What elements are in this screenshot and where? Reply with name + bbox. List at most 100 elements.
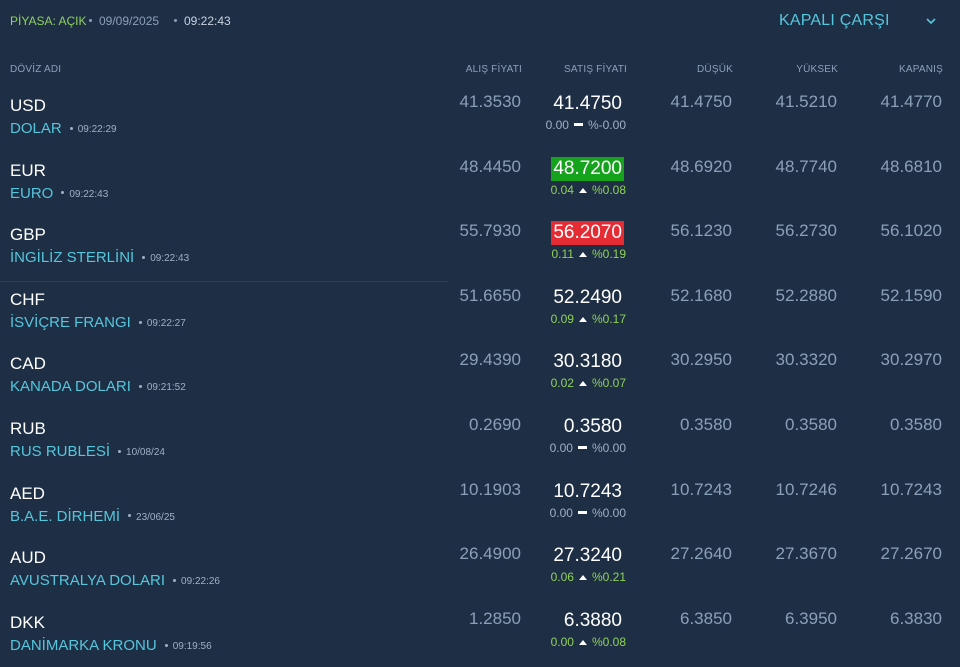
update-time-text: 09:22:27 (146, 317, 186, 329)
currency-name-link[interactable]: EURO 09:22:43 (10, 185, 108, 202)
market-date: 09/09/2025 (89, 14, 159, 28)
currency-code: AUD (10, 548, 46, 568)
update-time: 09:22:27 (138, 317, 186, 329)
currency-row-rub[interactable]: RUB RUS RUBLESİ 10/08/24 0.2690 0.3580 0.00 %0… (0, 411, 960, 476)
buy-price: 48.4450 (459, 156, 521, 176)
currency-row-gbp[interactable]: GBP İNGİLİZ STERLİNİ 09:22:43 55.7930 56.207… (0, 217, 960, 282)
sell-price: 41.4750 (553, 93, 622, 114)
separator-dot (61, 191, 65, 195)
caret-up-icon (578, 252, 587, 258)
currency-name: EURO (10, 184, 54, 202)
currency-name-link[interactable]: B.A.E. DİRHEMİ 23/06/25 (10, 508, 175, 525)
buy-price: 1.2850 (469, 608, 521, 628)
currency-name: İSVİÇRE FRANGI (10, 313, 131, 331)
currency-name-link[interactable]: RUS RUBLESİ 10/08/24 (10, 443, 165, 460)
update-time: 10/08/24 (118, 447, 165, 458)
currency-row-eur[interactable]: EUR EURO 09:22:43 48.4450 48.7200 0.04 %0.08 48… (0, 153, 960, 218)
currency-row-aud[interactable]: AUD AVUSTRALYA DOLARI 09:22:26 26.4900 27.32… (0, 540, 960, 605)
change-percent: %0.17 (591, 311, 626, 326)
currency-name-link[interactable]: İNGİLİZ STERLİNİ 09:22:43 (10, 249, 189, 266)
update-time-text: 09:22:43 (150, 253, 190, 265)
table-header: DÖVİZ ADI ALIŞ FİYATI SATIŞ FİYATI DÜŞÜK… (0, 62, 960, 78)
buy-price: 29.4390 (459, 350, 521, 370)
sell-price: 6.3880 (563, 609, 622, 631)
currency-name: İNGİLİZ STERLİNİ (10, 249, 135, 267)
sell-price: 48.7200 (551, 156, 624, 181)
update-time-text: 10/08/24 (126, 447, 165, 458)
top-bar: PİYASA: AÇIK 09/09/2025 09:22:43 KAPALI … (0, 0, 960, 44)
change-value: 0.00 (550, 634, 574, 649)
market-status: PİYASA: AÇIK (10, 14, 87, 28)
flat-dash-icon (573, 123, 583, 126)
close-price: 0.3580 (890, 415, 942, 434)
low-price: 0.3580 (680, 415, 732, 434)
separator-dot (138, 385, 142, 389)
column-header-low[interactable]: DÜŞÜK (697, 64, 733, 75)
change-percent: %0.07 (591, 376, 626, 391)
market-time: 09:22:43 (174, 14, 231, 28)
currency-row-dkk[interactable]: DKK DANİMARKA KRONU 09:19:56 1.2850 6.3880 0.… (0, 605, 960, 667)
buy-price: 10.1903 (459, 479, 521, 499)
currency-row-cad[interactable]: CAD KANADA DOLARI 09:21:52 29.4390 30.3180 0.… (0, 346, 960, 411)
currency-name-link[interactable]: İSVİÇRE FRANGI 09:22:27 (10, 314, 186, 331)
currency-name-link[interactable]: KANADA DOLARI 09:21:52 (10, 378, 186, 395)
column-header-sell[interactable]: SATIŞ FİYATI (564, 64, 627, 75)
update-time-text: 09:19:56 (172, 640, 212, 652)
currency-name-link[interactable]: DOLAR 09:22:29 (10, 120, 117, 137)
column-header-close[interactable]: KAPANIŞ (899, 64, 943, 75)
change-value: 0.00 (549, 505, 573, 520)
market-select-dropdown[interactable]: KAPALI ÇARŞI (779, 12, 944, 34)
update-time: 09:22:29 (69, 124, 117, 135)
column-header-buy[interactable]: ALIŞ FİYATI (466, 64, 522, 75)
currency-row-aed[interactable]: AED B.A.E. DİRHEMİ 23/06/25 10.1903 10.7243 0… (0, 476, 960, 541)
low-price: 52.1680 (670, 285, 732, 305)
change-value: 0.11 (551, 247, 574, 262)
price-change: 0.04 %0.08 (551, 183, 626, 197)
sell-price: 0.3580 (563, 416, 622, 437)
update-time-text: 09:22:29 (77, 124, 117, 135)
separator-dot (174, 19, 177, 23)
high-price: 30.3320 (775, 350, 837, 370)
low-price: 6.3850 (680, 608, 732, 628)
high-price: 48.7740 (775, 156, 837, 176)
currency-code: RUB (10, 419, 46, 438)
change-value: 0.06 (550, 570, 574, 585)
currency-name: RUS RUBLESİ (10, 443, 111, 460)
caret-up-icon (578, 575, 587, 581)
column-header-name[interactable]: DÖVİZ ADI (10, 64, 61, 75)
change-percent: %0.19 (591, 247, 626, 262)
price-change: 0.06 %0.21 (551, 570, 626, 584)
buy-price: 55.7930 (459, 221, 521, 241)
change-percent: %-0.00 (587, 118, 626, 132)
change-value: 0.00 (549, 441, 573, 455)
low-price: 30.2950 (670, 350, 732, 370)
flat-dash-icon (577, 510, 587, 514)
currency-row-usd[interactable]: USD DOLAR 09:22:29 41.3530 41.4750 0.00 %-0.00… (0, 88, 960, 153)
buy-price: 26.4900 (459, 544, 521, 564)
column-header-high[interactable]: YÜKSEK (796, 64, 838, 75)
close-price: 30.2970 (880, 350, 942, 370)
currency-name: AVUSTRALYA DOLARI (10, 572, 166, 590)
low-price: 48.6920 (670, 156, 732, 176)
caret-up-icon (578, 187, 587, 193)
sell-price: 56.2070 (551, 221, 624, 246)
currency-code: CHF (10, 289, 45, 309)
high-price: 41.5210 (775, 92, 837, 111)
currency-name-link[interactable]: AVUSTRALYA DOLARI 09:22:26 (10, 572, 220, 589)
price-change: 0.00 %0.00 (550, 441, 626, 455)
price-change: 0.11 %0.19 (552, 247, 627, 261)
chevron-down-icon (926, 18, 936, 25)
currency-code: CAD (10, 354, 46, 374)
caret-up-icon (578, 381, 587, 387)
currency-name-link[interactable]: DANİMARKA KRONU 09:19:56 (10, 637, 212, 654)
currency-row-chf[interactable]: CHF İSVİÇRE FRANGI 09:22:27 51.6650 52.2490 0… (0, 282, 960, 347)
separator-dot (142, 256, 146, 260)
currency-name: B.A.E. DİRHEMİ (10, 507, 121, 525)
high-price: 52.2880 (775, 285, 837, 305)
close-price: 10.7243 (880, 479, 942, 499)
sell-price: 10.7243 (553, 480, 622, 502)
update-time: 09:21:52 (138, 382, 186, 393)
update-time-text: 09:22:26 (181, 576, 220, 588)
time-text: 09:22:43 (184, 14, 231, 28)
price-change: 0.02 %0.07 (551, 376, 626, 390)
